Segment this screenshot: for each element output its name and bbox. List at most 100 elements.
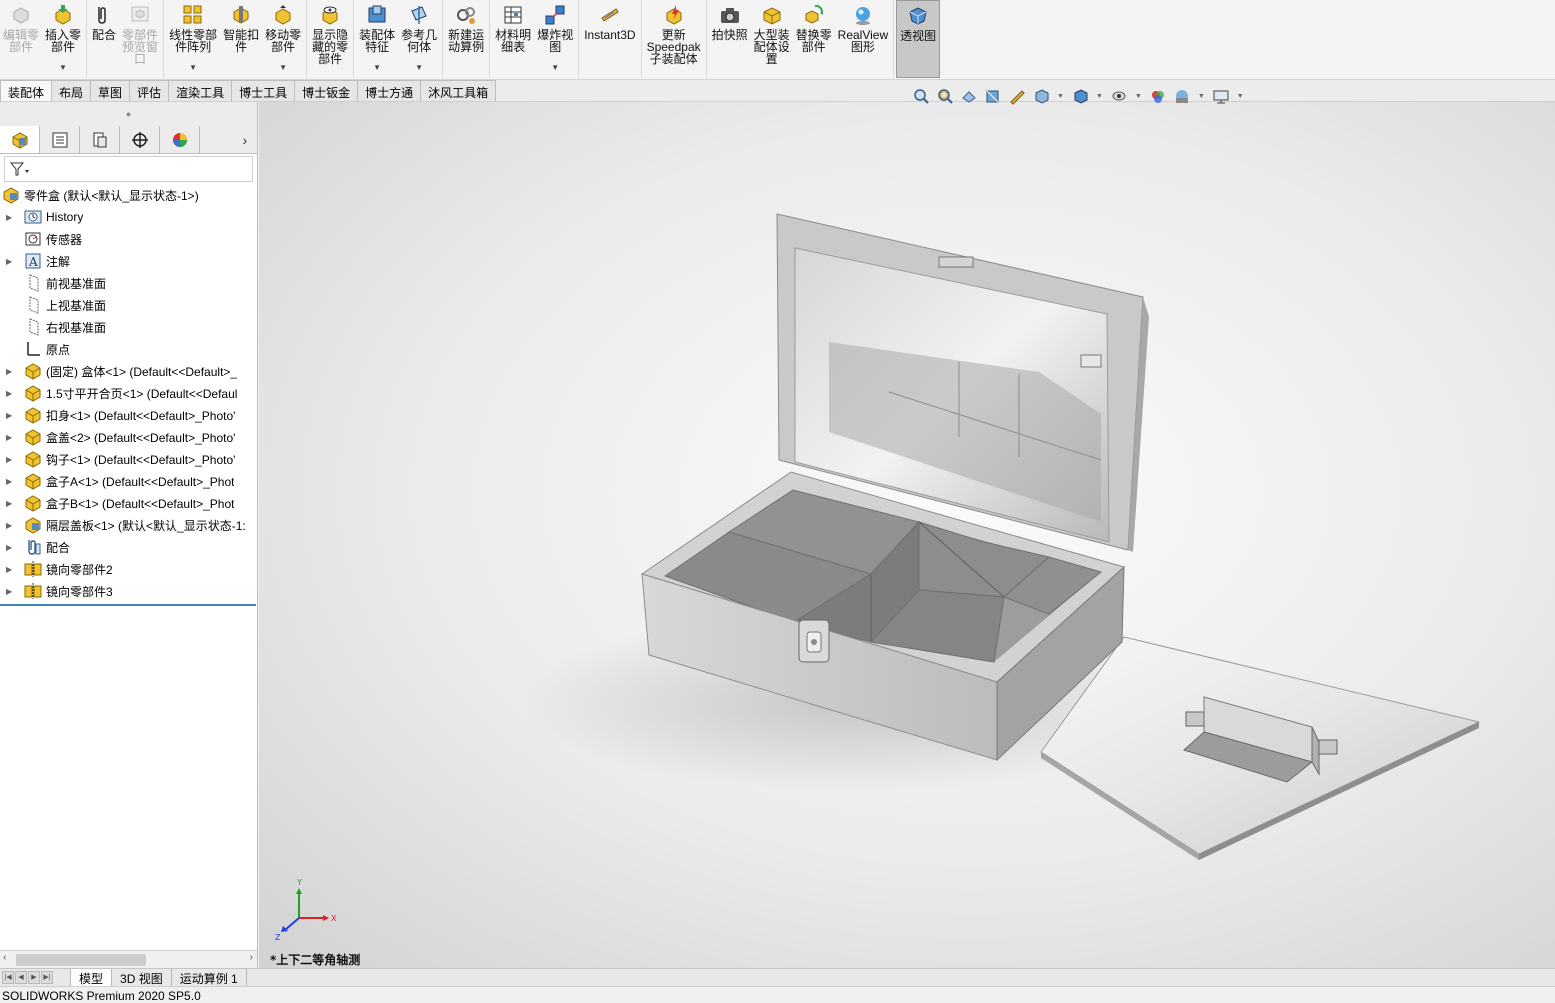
tree-item[interactable]: 右视基准面 bbox=[0, 316, 257, 338]
scroll-left-icon[interactable]: ‹ bbox=[3, 952, 6, 963]
ribbon-button-mate[interactable]: 配合 bbox=[89, 0, 119, 78]
command-tab[interactable]: 评估 bbox=[129, 80, 170, 101]
chevron-down-icon[interactable]: ▼ bbox=[279, 62, 287, 74]
tree-item[interactable]: 前视基准面 bbox=[0, 272, 257, 294]
expand-arrow-icon[interactable]: ▶ bbox=[6, 565, 16, 574]
chevron-down-icon[interactable]: ▼ bbox=[551, 62, 559, 74]
ribbon-button-bom[interactable]: 材料明 细表 bbox=[492, 0, 534, 78]
command-tab[interactable]: 博士方通 bbox=[357, 80, 422, 101]
configurationmanager-tab-icon[interactable] bbox=[80, 126, 120, 153]
panel-grip[interactable]: ● bbox=[0, 102, 257, 126]
filter-icon[interactable] bbox=[9, 161, 31, 177]
dimxpert-tab-icon[interactable] bbox=[120, 126, 160, 153]
ribbon-button-show-hidden[interactable]: 显示隐 藏的零 部件 bbox=[309, 0, 351, 78]
tree-horizontal-scrollbar[interactable]: ‹ › bbox=[0, 950, 257, 968]
tree-item[interactable]: ▶ 盒盖<2> (Default<<Default>_Photo' bbox=[0, 426, 257, 448]
command-tab[interactable]: 布局 bbox=[51, 80, 92, 101]
first-tab-icon[interactable]: |◀ bbox=[2, 971, 14, 984]
ribbon-button-component-preview[interactable]: 零部件 预览窗 口 bbox=[119, 0, 161, 78]
expand-arrow-icon[interactable]: ▶ bbox=[6, 433, 16, 442]
command-tab[interactable]: 草图 bbox=[90, 80, 131, 101]
ribbon-button-instant3d[interactable]: Instant3D bbox=[581, 0, 638, 78]
ribbon-button-edit-component[interactable]: 编辑零 部件 bbox=[0, 0, 42, 78]
expand-arrow-icon[interactable]: ▶ bbox=[6, 411, 16, 420]
chevron-down-icon[interactable]: ▼ bbox=[189, 62, 197, 74]
last-tab-icon[interactable]: ▶| bbox=[41, 971, 53, 984]
reference-triad[interactable]: Y X Z bbox=[275, 878, 337, 942]
command-tab[interactable]: 渲染工具 bbox=[168, 80, 233, 101]
prev-tab-icon[interactable]: ◀ bbox=[15, 971, 27, 984]
ribbon-button-replace-component[interactable]: 替换零 部件 bbox=[793, 0, 835, 78]
chevron-down-icon[interactable]: ▼ bbox=[415, 62, 423, 74]
tree-item[interactable]: ▶ A 注解 bbox=[0, 250, 257, 272]
display-style-icon[interactable] bbox=[1070, 86, 1090, 106]
graphics-viewport[interactable]: *上下二等角轴测 Y X Z bbox=[259, 102, 1555, 968]
view-settings-dropdown-icon[interactable]: ▼ bbox=[1237, 93, 1244, 100]
expand-arrow-icon[interactable]: ▶ bbox=[6, 521, 16, 530]
tree-item[interactable]: ▶ 1.5寸平开合页<1> (Default<<Defaul bbox=[0, 382, 257, 404]
hide-show-dropdown-icon[interactable]: ▼ bbox=[1135, 93, 1142, 100]
command-tab[interactable]: 装配体 bbox=[0, 80, 53, 101]
bottom-tab[interactable]: 3D 视图 bbox=[112, 969, 172, 986]
previous-view-icon[interactable] bbox=[959, 86, 979, 106]
expand-arrow-icon[interactable]: ▶ bbox=[6, 587, 16, 596]
ribbon-button-explode-view[interactable]: 爆炸视 图 ▼ bbox=[534, 0, 576, 78]
tree-item[interactable]: 原点 bbox=[0, 338, 257, 360]
ribbon-button-large-assembly[interactable]: 大型装 配体设 置 bbox=[751, 0, 793, 78]
chevron-down-icon[interactable]: ▼ bbox=[373, 62, 381, 74]
bottom-tab[interactable]: 模型 bbox=[70, 969, 113, 986]
tree-item[interactable]: ▶ 钩子<1> (Default<<Default>_Photo' bbox=[0, 448, 257, 470]
apply-scene-dropdown-icon[interactable]: ▼ bbox=[1198, 93, 1205, 100]
ribbon-button-linear-pattern[interactable]: 线性零部 件阵列 ▼ bbox=[166, 0, 220, 78]
more-tabs-chevron-icon[interactable]: › bbox=[233, 132, 257, 148]
tree-item[interactable]: ▶ 隔层盖板<1> (默认<默认_显示状态-1: bbox=[0, 514, 257, 536]
dynamic-annotation-icon[interactable] bbox=[1007, 86, 1027, 106]
displaymanager-tab-icon[interactable] bbox=[160, 126, 200, 153]
tree-item[interactable]: ▶ 镜向零部件3 bbox=[0, 580, 257, 602]
ribbon-button-motion-study[interactable]: 新建运 动算例 bbox=[445, 0, 487, 78]
rollback-bar[interactable] bbox=[0, 604, 256, 606]
tree-item[interactable]: ▶ (固定) 盒体<1> (Default<<Default>_ bbox=[0, 360, 257, 382]
expand-arrow-icon[interactable]: ▶ bbox=[6, 389, 16, 398]
scrollbar-thumb[interactable] bbox=[16, 954, 146, 966]
ribbon-button-insert-component[interactable]: 插入零 部件 ▼ bbox=[42, 0, 84, 78]
tree-item[interactable]: ▶ 盒子A<1> (Default<<Default>_Phot bbox=[0, 470, 257, 492]
partition-cover-plate[interactable] bbox=[1040, 636, 1481, 860]
view-orientation-icon[interactable] bbox=[1031, 86, 1051, 106]
ribbon-button-assembly-feature[interactable]: 装配体 特征 ▼ bbox=[356, 0, 398, 78]
tree-item[interactable]: ▶ 配合 bbox=[0, 536, 257, 558]
next-tab-icon[interactable]: ▶ bbox=[28, 971, 40, 984]
display-style-dropdown-icon[interactable]: ▼ bbox=[1096, 93, 1103, 100]
view-settings-icon[interactable] bbox=[1211, 86, 1231, 106]
tree-item[interactable]: ▶ History bbox=[0, 206, 257, 228]
tree-root-item[interactable]: 零件盒 (默认<默认_显示状态-1>) bbox=[0, 184, 257, 206]
zoom-to-area-icon[interactable] bbox=[935, 86, 955, 106]
tree-item[interactable]: ▶ 镜向零部件2 bbox=[0, 558, 257, 580]
assembly-model[interactable]: *上下二等角轴测 Y X Z bbox=[259, 102, 1555, 968]
expand-arrow-icon[interactable]: ▶ bbox=[6, 477, 16, 486]
ribbon-button-snapshot[interactable]: 拍快照 bbox=[709, 0, 751, 78]
ribbon-button-speedpak[interactable]: 更新 Speedpak 子装配体 bbox=[644, 0, 704, 78]
expand-arrow-icon[interactable]: ▶ bbox=[6, 543, 16, 552]
expand-arrow-icon[interactable]: ▶ bbox=[6, 367, 16, 376]
tree-item[interactable]: ▶ 扣身<1> (Default<<Default>_Photo' bbox=[0, 404, 257, 426]
zoom-to-fit-icon[interactable] bbox=[911, 86, 931, 106]
tree-item[interactable]: 上视基准面 bbox=[0, 294, 257, 316]
expand-arrow-icon[interactable]: ▶ bbox=[6, 257, 16, 266]
hide-show-items-icon[interactable] bbox=[1109, 86, 1129, 106]
command-tab[interactable]: 沐风工具箱 bbox=[420, 80, 497, 101]
chevron-down-icon[interactable]: ▼ bbox=[59, 62, 67, 74]
tree-item[interactable]: 传感器 bbox=[0, 228, 257, 250]
ribbon-button-realview[interactable]: RealView 图形 bbox=[835, 0, 891, 78]
bottom-tab[interactable]: 运动算例 1 bbox=[172, 969, 247, 986]
ribbon-button-smart-fastener[interactable]: 智能扣 件 bbox=[220, 0, 262, 78]
command-tab[interactable]: 博士钣金 bbox=[294, 80, 359, 101]
ribbon-button-perspective[interactable]: 透视图 bbox=[896, 0, 941, 78]
expand-arrow-icon[interactable]: ▶ bbox=[6, 499, 16, 508]
section-view-icon[interactable] bbox=[983, 86, 1003, 106]
command-tab[interactable]: 博士工具 bbox=[231, 80, 296, 101]
tree-filter[interactable] bbox=[4, 156, 253, 182]
ribbon-button-reference-geometry[interactable]: 参考几 何体 ▼ bbox=[398, 0, 440, 78]
box-latch[interactable] bbox=[798, 619, 830, 663]
edit-appearance-icon[interactable] bbox=[1148, 86, 1168, 106]
